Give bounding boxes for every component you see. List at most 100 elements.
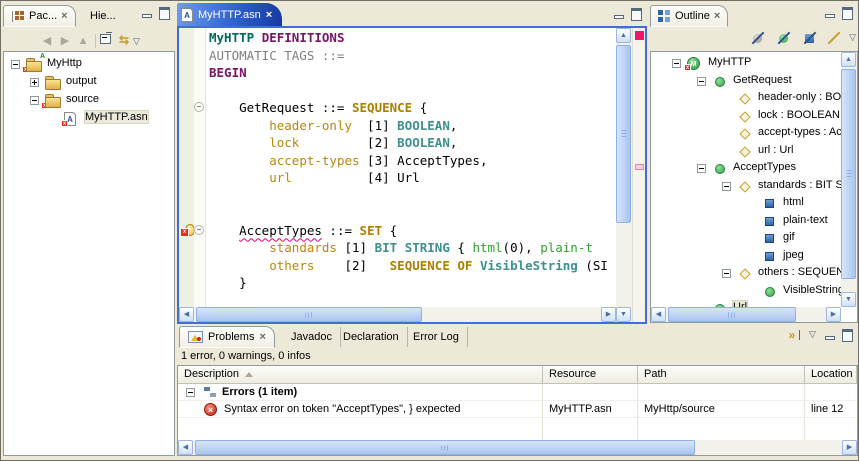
problems-group-row[interactable]: Errors (1 item)	[178, 384, 857, 401]
quickfix-icon	[180, 223, 195, 237]
expander-minus-icon[interactable]	[11, 60, 20, 69]
tree-item[interactable]: x source	[4, 92, 174, 110]
maximize-icon[interactable]	[629, 7, 643, 21]
minimize-icon[interactable]	[823, 328, 837, 341]
close-icon[interactable]: ×	[259, 332, 265, 343]
hide-fields-icon[interactable]	[826, 31, 842, 46]
fold-minus-icon[interactable]	[194, 102, 204, 112]
error-overlay-icon: x	[61, 120, 68, 127]
editor-code-area[interactable]: MyHTTP DEFINITIONS AUTOMATIC TAGS ::= BEGI…	[206, 28, 616, 307]
outline-horizontal-scrollbar[interactable]: ◀ ▶	[651, 307, 841, 322]
tree-item[interactable]: Ax MyHttp	[4, 53, 174, 74]
scroll-left-icon[interactable]: ◀	[651, 307, 666, 322]
tab-outline[interactable]: Outline ×	[650, 5, 729, 27]
expander-plus-icon[interactable]	[30, 78, 39, 87]
problems-horizontal-scrollbar[interactable]: ◀ ▶	[178, 440, 857, 455]
view-menu-icon[interactable]: ▽	[849, 31, 856, 43]
tree-item[interactable]: url : Url	[651, 143, 841, 161]
package-explorer-toolbar: ◀ ▶ ▲ ⇆ ▽	[3, 27, 175, 51]
link-with-editor-icon[interactable]: ⇆	[115, 33, 133, 49]
tree-item[interactable]: others : SEQUENCE OF	[651, 265, 841, 283]
tree-item[interactable]: lock : BOOLEAN	[651, 108, 841, 126]
scrollbar-thumb[interactable]	[196, 307, 422, 322]
filter-icon[interactable]: »	[783, 328, 801, 342]
tree-item[interactable]: x MyHTTP	[651, 55, 841, 73]
overview-error-indicator[interactable]	[635, 31, 644, 40]
tab-problems[interactable]: Problems ×	[179, 326, 275, 348]
column-header-resource[interactable]: Resource	[543, 366, 638, 384]
tree-item[interactable]: standards : BIT STRING	[651, 178, 841, 196]
tree-item[interactable]: jpeg	[651, 248, 841, 266]
scroll-up-icon[interactable]: ▲	[616, 28, 631, 43]
code-token: AcceptTypes	[239, 222, 322, 238]
back-icon[interactable]: ◀	[38, 34, 56, 50]
tree-item[interactable]: accept-types : AcceptTypes	[651, 125, 841, 143]
scroll-down-icon[interactable]: ▼	[841, 292, 856, 307]
view-menu-icon[interactable]: ▽	[809, 328, 816, 340]
tree-item[interactable]: AcceptTypes	[651, 160, 841, 178]
forward-icon[interactable]: ▶	[56, 34, 74, 50]
close-icon[interactable]: ×	[61, 11, 67, 22]
column-header-description[interactable]: Description	[178, 366, 543, 384]
close-icon[interactable]: ×	[266, 9, 272, 20]
scroll-left-icon[interactable]: ◀	[178, 440, 193, 455]
code-token: GetRequest ::=	[209, 100, 352, 115]
hide-values-icon[interactable]	[802, 31, 818, 46]
scroll-right-icon[interactable]: ▶	[601, 307, 616, 322]
minimize-icon[interactable]	[612, 7, 626, 20]
tree-item[interactable]: header-only : BOOLEAN	[651, 90, 841, 108]
scrollbar-thumb[interactable]	[668, 307, 796, 322]
sort-icon[interactable]	[750, 31, 766, 46]
scrollbar-thumb[interactable]	[841, 69, 856, 279]
tree-item[interactable]: Url	[651, 300, 841, 307]
expander-minus-icon[interactable]	[672, 59, 681, 68]
scroll-left-icon[interactable]: ◀	[179, 307, 194, 322]
tab-javadoc[interactable]: Javadoc	[283, 327, 341, 347]
tab-package-explorer[interactable]: Pac... ×	[3, 5, 76, 27]
minimize-icon[interactable]	[140, 6, 154, 19]
tab-package-explorer-label: Pac...	[29, 10, 58, 22]
hide-types-icon[interactable]	[776, 31, 792, 46]
expander-minus-icon[interactable]	[30, 96, 39, 105]
expander-minus-icon[interactable]	[186, 388, 195, 397]
column-header-path[interactable]: Path	[638, 366, 805, 384]
tab-editor-myhttp[interactable]: MyHTTP.asn ×	[177, 3, 283, 26]
scroll-up-icon[interactable]: ▲	[841, 52, 856, 67]
up-icon[interactable]: ▲	[74, 34, 92, 50]
fold-minus-icon[interactable]	[194, 224, 204, 235]
view-menu-icon[interactable]: ▽	[133, 36, 140, 46]
problems-error-row[interactable]: × Syntax error on token "AcceptTypes", } …	[178, 401, 857, 418]
expander-minus-icon[interactable]	[697, 164, 706, 173]
scroll-down-icon[interactable]: ▼	[616, 307, 631, 322]
minimize-icon[interactable]	[823, 6, 837, 19]
column-header-location[interactable]: Location	[805, 366, 857, 384]
scroll-right-icon[interactable]: ▶	[826, 307, 841, 322]
tree-item[interactable]: html	[651, 195, 841, 213]
tree-item[interactable]: x MyHTTP.asn	[4, 110, 174, 128]
tree-item[interactable]: plain-text	[651, 213, 841, 231]
tree-item[interactable]: VisibleString	[651, 283, 841, 301]
editor-horizontal-scrollbar[interactable]: ◀ ▶	[179, 307, 616, 322]
collapse-all-icon[interactable]	[99, 30, 115, 44]
tab-declaration[interactable]: Declaration	[335, 327, 408, 347]
overview-error-marker[interactable]	[635, 164, 644, 170]
maximize-icon[interactable]	[157, 6, 171, 20]
scrollbar-thumb[interactable]	[616, 45, 631, 223]
problems-table-header: Description Resource Path Location	[178, 366, 857, 384]
folder-icon: x	[41, 94, 61, 109]
close-icon[interactable]: ×	[714, 11, 720, 22]
expander-minus-icon[interactable]	[722, 181, 731, 191]
tree-item[interactable]: output	[4, 74, 174, 92]
maximize-icon[interactable]	[840, 6, 854, 20]
expander-minus-icon[interactable]	[722, 269, 731, 278]
tab-error-log[interactable]: Error Log	[405, 327, 468, 347]
tree-item[interactable]: GetRequest	[651, 73, 841, 91]
tab-hierarchy[interactable]: Hie...	[83, 5, 123, 27]
outline-vertical-scrollbar[interactable]: ▲ ▼	[841, 52, 857, 307]
tree-item[interactable]: gif	[651, 230, 841, 248]
expander-minus-icon[interactable]	[697, 76, 706, 86]
editor-vertical-scrollbar[interactable]: ▲ ▼	[616, 28, 632, 322]
scrollbar-thumb[interactable]	[195, 440, 695, 455]
maximize-icon[interactable]	[840, 328, 854, 342]
scroll-right-icon[interactable]: ▶	[842, 440, 857, 455]
